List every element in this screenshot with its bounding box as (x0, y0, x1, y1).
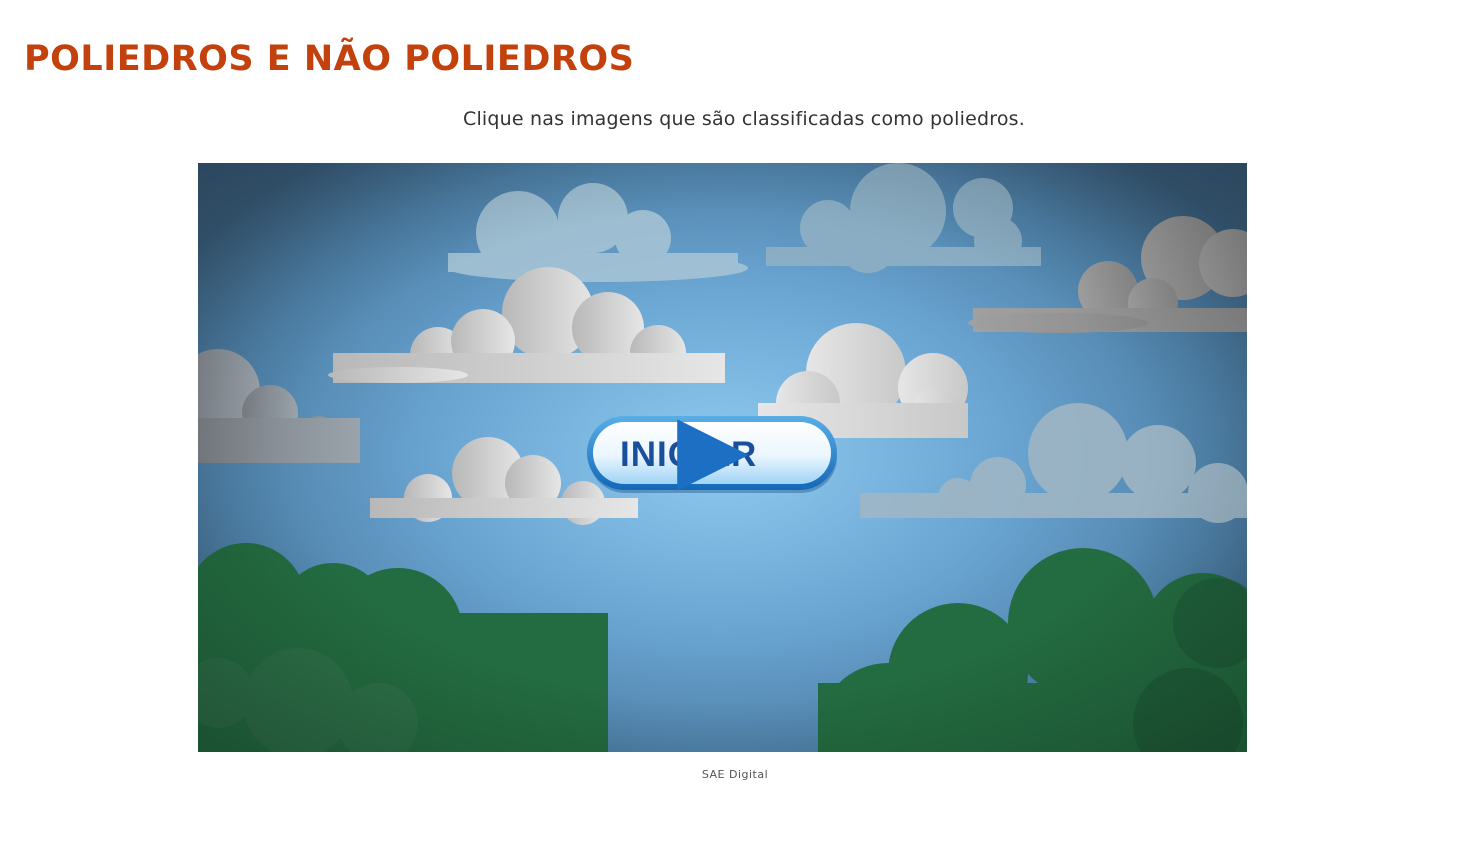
page-title: POLIEDROS E NÃO POLIEDROS (24, 39, 635, 79)
image-credit: SAE Digital (701, 768, 769, 781)
play-icon (677, 419, 749, 491)
instruction-text: Clique nas imagens que são classificadas… (462, 108, 1025, 130)
start-button[interactable]: INICIAR (586, 415, 840, 495)
game-stage[interactable]: INICIAR (198, 163, 1247, 752)
